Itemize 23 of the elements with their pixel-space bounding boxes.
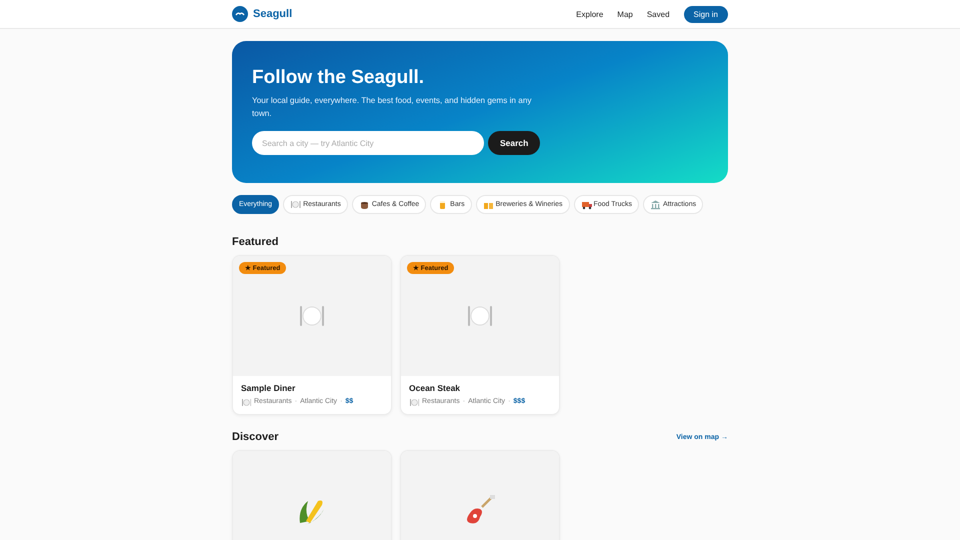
plate-icon [241,397,251,406]
category-icon [358,199,370,210]
search-button[interactable]: Search [488,131,540,155]
search-field[interactable]: Search a city — try Atlantic City [252,131,484,155]
section-title: Discover [232,431,278,443]
plate-icon [297,304,327,328]
place-name: Sample Diner [241,383,296,393]
category-icon [290,199,302,210]
hero-title: Follow the Seagull. [252,67,426,89]
nav-link[interactable]: Map [617,10,633,18]
brand-name[interactable]: Seagull [253,8,292,20]
nav-link[interactable]: Saved [646,10,670,18]
category-icon [650,199,662,210]
category-icon [482,199,494,210]
nav-link[interactable]: Explore [576,10,604,18]
category-icon [580,199,592,210]
plate-icon [465,304,495,328]
plate-icon [409,397,419,406]
sign-in-button[interactable]: Sign in [684,6,728,22]
section-title: Featured [232,236,280,248]
logo-icon [232,6,248,22]
place-name: Ocean Steak [409,383,462,393]
hero-subtitle: Your local guide, everywhere. The best food, events, and hidden gems in any town. [252,95,532,120]
